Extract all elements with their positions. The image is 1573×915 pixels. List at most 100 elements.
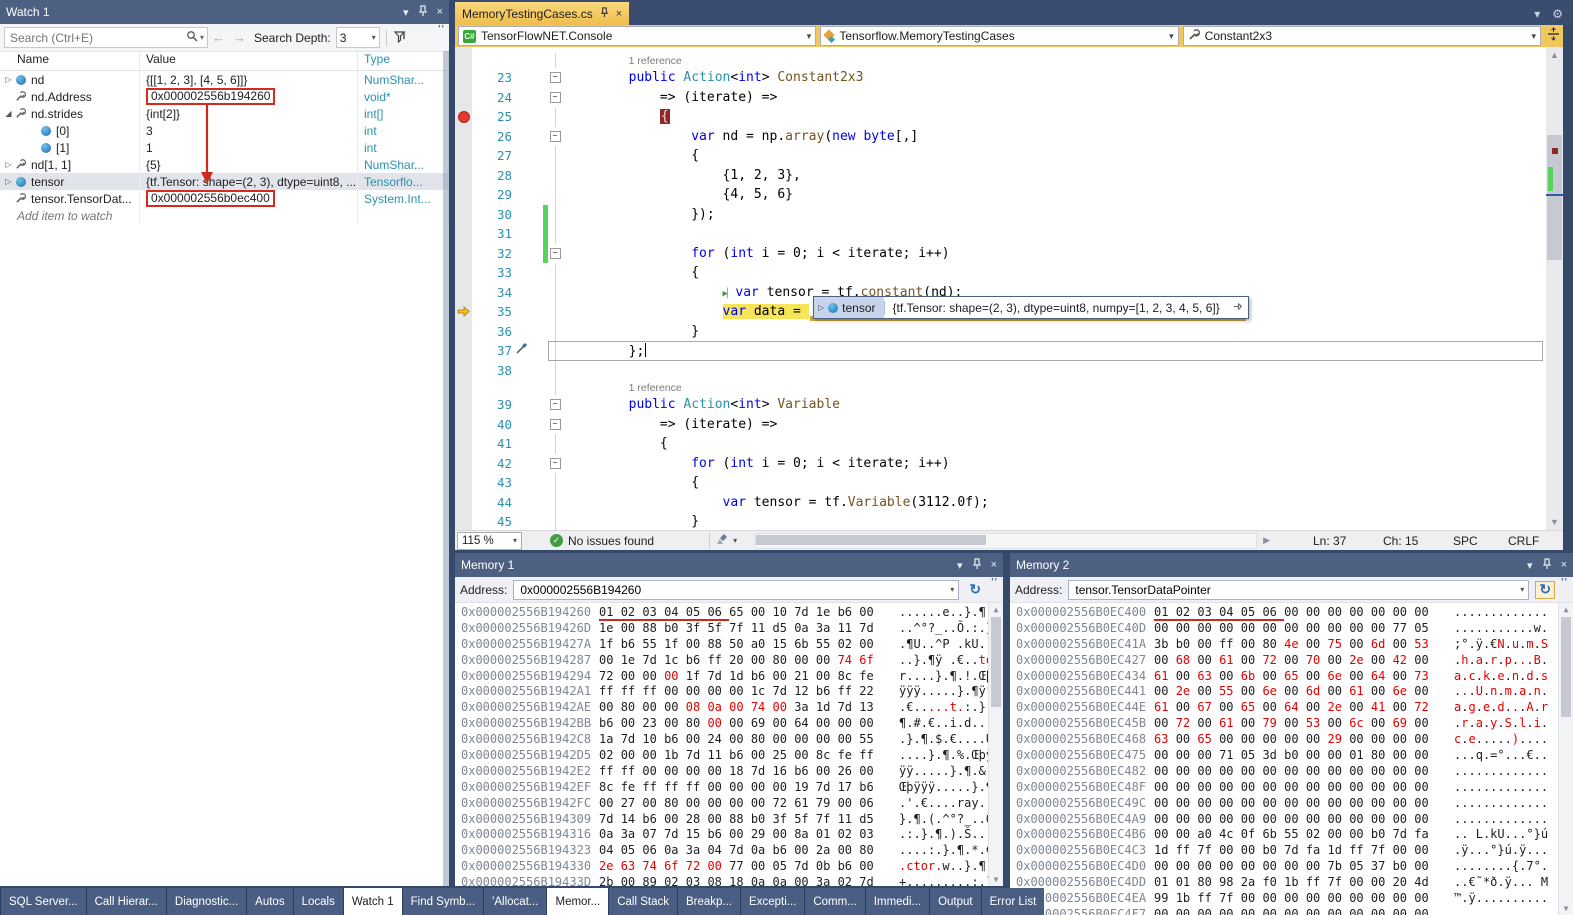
expander-icon[interactable]: ▷ (3, 160, 14, 169)
bottom-tab[interactable]: Find Symb... (403, 888, 484, 915)
memory-hex[interactable]: 01 02 03 04 05 06 65 00 10 7d 1e b6 00 (599, 605, 899, 621)
close-icon[interactable]: × (991, 559, 997, 571)
scroll-up-icon[interactable]: ▲ (989, 605, 1003, 614)
breakpoint-margin[interactable] (455, 395, 472, 415)
bottom-tab[interactable]: Output (930, 888, 981, 915)
column-indicator[interactable]: Ch: 15 (1383, 534, 1453, 548)
memory2-address-input[interactable]: ▾ (1068, 580, 1529, 600)
bottom-tab[interactable]: Call Hierar... (87, 888, 166, 915)
split-window-icon[interactable] (1547, 27, 1560, 46)
breakpoint-margin[interactable] (455, 322, 472, 342)
fold-toggle-icon[interactable]: − (548, 244, 562, 264)
memory-hex[interactable]: 00 00 00 71 05 3d b0 00 00 01 80 00 00 (1154, 748, 1454, 764)
filter-icon[interactable] (393, 30, 407, 46)
breakpoint-margin[interactable] (455, 283, 472, 303)
fold-toggle-icon[interactable]: − (548, 454, 562, 474)
current-statement-icon[interactable] (455, 302, 472, 322)
watch-search-box[interactable]: ▾ (4, 27, 208, 48)
memory2-scrollbar[interactable]: ▲ ▼ (1558, 603, 1573, 915)
chevron-down-icon[interactable]: ▾ (1520, 585, 1524, 594)
memory-hex[interactable]: 02 00 00 1b 7d 11 b6 00 25 00 8c fe ff (599, 748, 899, 764)
memory-hex[interactable]: 00 00 a0 4c 0f 6b 55 02 00 00 b0 7d fa (1154, 827, 1454, 843)
bottom-tab[interactable]: Locals (294, 888, 343, 915)
spaces-indicator[interactable]: SPC (1453, 534, 1508, 548)
search-input[interactable] (8, 30, 186, 46)
breakpoint-icon[interactable] (458, 111, 470, 123)
fold-toggle-icon[interactable]: − (548, 127, 562, 147)
breakpoint-margin[interactable] (455, 341, 472, 361)
memory2-title-bar[interactable]: Memory 2 ▾ × (1010, 553, 1573, 577)
document-tab[interactable]: MemoryTestingCases.cs × (455, 2, 629, 25)
memory-hex[interactable]: 00 00 00 00 00 00 00 00 7b 05 37 b0 00 (1154, 859, 1454, 875)
window-position-icon[interactable]: ▾ (1527, 559, 1533, 572)
expander-icon[interactable]: ▷ (3, 75, 14, 84)
scroll-down-icon[interactable]: ▼ (1546, 517, 1563, 527)
memory-hex[interactable]: 61 00 67 00 65 00 64 00 2e 00 41 00 72 (1154, 700, 1454, 716)
memory-hex[interactable]: 00 72 00 61 00 79 00 53 00 6c 00 69 00 (1154, 716, 1454, 732)
tab-list-chevron-icon[interactable]: ▾ (1534, 7, 1540, 21)
memory-hex[interactable]: 00 1e 7d 1c b6 ff 20 00 80 00 00 74 6f (599, 653, 899, 669)
column-header-value[interactable]: Value (140, 52, 358, 70)
scroll-right-icon[interactable]: ▶ (1263, 535, 1270, 546)
datatip-variable[interactable]: ▷ tensor (814, 297, 884, 318)
pin-icon[interactable] (1542, 558, 1552, 572)
search-options-icon[interactable]: ▾ (200, 33, 204, 42)
scroll-down-icon[interactable]: ▼ (989, 875, 1003, 884)
breakpoint-margin[interactable] (455, 454, 472, 474)
window-position-icon[interactable]: ▾ (957, 559, 963, 572)
bottom-tab[interactable]: Comm... (805, 888, 864, 915)
bottom-tab[interactable]: Immedi... (866, 888, 929, 915)
tab-close-icon[interactable]: × (616, 8, 622, 20)
breakpoint-margin[interactable] (455, 88, 472, 108)
breakpoint-margin[interactable] (455, 127, 472, 147)
breakpoint-margin[interactable] (455, 415, 472, 435)
memory-hex[interactable]: 00 00 00 00 00 00 00 00 00 00 00 00 00 (1154, 764, 1454, 780)
search-forward-icon[interactable]: → (233, 30, 246, 45)
datatip-pin-icon[interactable] (1228, 301, 1248, 315)
eol-indicator[interactable]: CRLF (1508, 534, 1563, 548)
memory-hex[interactable]: 00 00 00 00 00 00 00 00 00 00 00 00 00 (1154, 796, 1454, 812)
bottom-tab[interactable]: Watch 1 (344, 888, 402, 915)
memory-hex[interactable]: 7d 14 b6 00 28 00 88 b0 3f 5f 7f 11 d5 (599, 812, 899, 828)
code-cleanup-icon[interactable] (716, 533, 730, 549)
watch-row[interactable]: [0]3int (0, 122, 449, 139)
watch-row[interactable]: tensor.TensorDat...0x000002556b0ec400Sys… (0, 190, 449, 207)
expander-icon[interactable]: ▷ (3, 177, 14, 186)
fold-toggle-icon[interactable]: − (548, 68, 562, 88)
datatip-tooltip[interactable]: ▷ tensor {tf.Tensor: shape=(2, 3), dtype… (813, 296, 1249, 319)
refresh-icon[interactable]: ↻ (1535, 581, 1555, 599)
scrollbar-thumb[interactable] (756, 535, 986, 545)
watch-row[interactable]: ◢nd.strides{int[2]}int[] (0, 105, 449, 122)
watch-row[interactable]: ▷tensor{tf.Tensor: shape=(2, 3), dtype=u… (0, 173, 449, 190)
breakpoint-margin[interactable] (455, 434, 472, 454)
fold-toggle-icon[interactable]: − (548, 88, 562, 108)
bottom-tab[interactable]: Diagnostic... (167, 888, 246, 915)
search-back-icon[interactable]: ← (212, 30, 225, 45)
memory-hex[interactable]: 1e 00 88 b0 3f 5f 7f 11 d5 0a 3a 11 7d (599, 621, 899, 637)
expander-icon[interactable]: ◢ (3, 109, 14, 118)
memory-hex[interactable]: 00 80 00 00 08 0a 00 74 00 3a 1d 7d 13 (599, 700, 899, 716)
pin-icon[interactable] (972, 558, 982, 572)
address-input[interactable] (518, 582, 950, 598)
bottom-tab[interactable]: SQL Server... (1, 888, 86, 915)
toolbar-overflow-icon[interactable]: '' (991, 577, 998, 588)
memory-hex[interactable]: 01 01 80 98 2a f0 1b ff 7f 00 00 20 4d (1154, 875, 1454, 891)
scroll-up-icon[interactable]: ▲ (1559, 605, 1573, 614)
watch-row[interactable]: ▷nd{[[1, 2, 3], [4, 5, 6]]}NumShar... (0, 71, 449, 88)
breakpoint-margin[interactable] (455, 361, 472, 381)
health-status-text[interactable]: No issues found (568, 534, 654, 548)
memory-hex[interactable]: 1d ff 7f 00 00 b0 7d fa 1d ff 7f 00 00 (1154, 843, 1454, 859)
memory-hex[interactable]: b6 00 23 00 80 00 00 69 00 64 00 00 00 (599, 716, 899, 732)
memory-hex[interactable]: 61 00 63 00 6b 00 65 00 6e 00 64 00 73 (1154, 669, 1454, 685)
editor-vscrollbar[interactable]: ▲ ▼ (1546, 47, 1563, 530)
expander-icon[interactable]: ▷ (818, 303, 824, 312)
tab-pin-icon[interactable] (600, 7, 609, 20)
fold-toggle-icon[interactable]: − (548, 395, 562, 415)
breakpoint-margin[interactable] (455, 380, 472, 395)
scrollbar-thumb[interactable] (1561, 617, 1571, 717)
code-editor[interactable]: 1 reference23− public Action<int> Consta… (455, 47, 1563, 530)
watch-add-row[interactable]: Add item to watch (0, 207, 449, 224)
bottom-tab[interactable]: Error List (982, 888, 1045, 915)
close-icon[interactable]: × (1561, 559, 1567, 571)
member-dropdown[interactable]: Constant2x3 ▾ (1183, 26, 1541, 46)
